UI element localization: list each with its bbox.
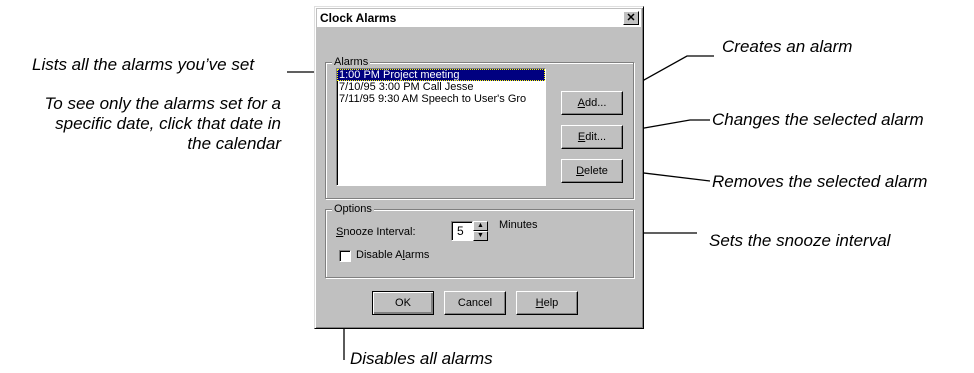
disable-label-post: arms [404,249,430,261]
clock-alarms-dialog: Clock Alarms ✕ Alarms 1:00 PM Project me… [314,6,644,329]
add-button[interactable]: Add... [561,91,623,115]
ok-button-label: OK [395,297,411,309]
dialog-titlebar[interactable]: Clock Alarms ✕ [317,9,641,27]
options-group-legend: Options [332,202,374,216]
alarms-group-legend: Alarms [332,55,371,69]
alarms-listbox[interactable]: 1:00 PM Project meeting 7/10/95 3:00 PM … [336,68,546,186]
help-button-accel: H [535,297,544,309]
snooze-interval-input[interactable]: 5 [451,221,473,241]
snooze-interval-label: Snooze Interval: [336,226,416,238]
callout-snooze: Sets the snooze interval [709,231,891,250]
alarm-list-item[interactable]: 7/11/95 9:30 AM Speech to User's Gro [337,93,545,105]
help-button-label: elp [543,297,559,309]
cancel-button-label: Cancel [457,297,493,309]
callout-changes: Changes the selected alarm [712,110,924,129]
alarm-list-item[interactable]: 1:00 PM Project meeting [337,69,545,81]
callout-see-only-line1: To see only the alarms set for a [44,94,281,113]
disable-alarms-checkbox[interactable] [339,250,351,262]
dialog-title: Clock Alarms [320,11,397,25]
close-icon[interactable]: ✕ [623,11,639,25]
callout-disables: Disables all alarms [350,349,493,368]
delete-button-accel: D [576,165,585,177]
ok-button[interactable]: OK [372,291,434,315]
add-button-label: dd... [584,97,607,109]
callout-creates: Creates an alarm [722,37,853,56]
delete-button[interactable]: Delete [561,159,623,183]
cancel-button[interactable]: Cancel [444,291,506,315]
spin-up-icon[interactable]: ▲ [473,221,488,231]
disable-alarms-label[interactable]: Disable Alarms [356,249,429,261]
add-button-accel: A [577,97,585,109]
callout-lists-all: Lists all the alarms you’ve set [32,55,255,74]
disable-label-pre: Disable A [356,249,403,261]
callout-see-only: To see only the alarms set for a specifi… [44,94,281,154]
help-button[interactable]: Help [516,291,578,315]
delete-button-label: elete [584,165,608,177]
callout-see-only-line3: the calendar [187,134,281,153]
snooze-label-text: nooze Interval: [343,226,416,238]
edit-button[interactable]: Edit... [561,125,623,149]
spin-down-icon[interactable]: ▼ [473,231,488,241]
callout-see-only-line2: specific date, click that date in [55,114,281,133]
alarm-list-item[interactable]: 7/10/95 3:00 PM Call Jesse [337,81,545,93]
snooze-unit-label: Minutes [499,219,538,231]
options-group: Options [325,202,634,278]
callout-removes: Removes the selected alarm [712,172,928,191]
edit-button-label: dit... [585,131,607,143]
